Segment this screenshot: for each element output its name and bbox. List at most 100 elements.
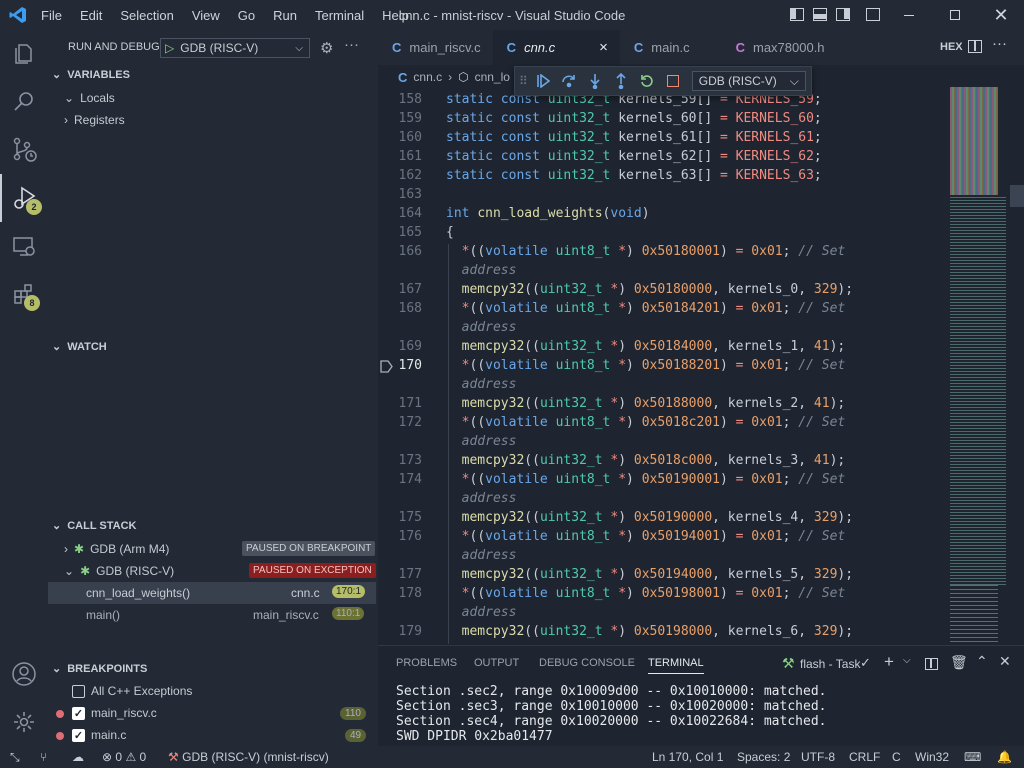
line-number[interactable]: 161 — [378, 149, 422, 164]
code-line[interactable]: *((volatile uint8_t *) 0x50180001) = 0x0… — [446, 244, 846, 259]
problems-status[interactable]: ⊗ 0 ⚠ 0 — [102, 750, 146, 764]
variables-section-header[interactable]: ⌄ VARIABLES — [52, 68, 130, 82]
maximize-button[interactable] — [932, 0, 978, 30]
code-line[interactable]: static const uint32_t kernels_61[] = KER… — [446, 130, 822, 145]
menu-terminal[interactable]: Terminal — [306, 8, 373, 23]
extensions-icon[interactable]: 8 — [0, 270, 48, 318]
step-into-icon[interactable] — [584, 70, 606, 92]
line-number[interactable]: 178 — [378, 586, 422, 601]
line-number[interactable]: 176 — [378, 529, 422, 544]
code-line[interactable]: address — [446, 377, 517, 392]
toggle-panel-icon[interactable] — [813, 8, 827, 21]
code-line[interactable]: address — [446, 263, 517, 278]
line-number[interactable]: 166 — [378, 244, 422, 259]
debug-config-select[interactable]: ▷ GDB (RISC-V) ⌵ — [160, 38, 310, 58]
checkbox[interactable]: ✓ — [72, 706, 85, 720]
line-number[interactable]: 174 — [378, 472, 422, 487]
watch-section-header[interactable]: ⌄ WATCH — [52, 340, 107, 354]
scrollbar-thumb[interactable] — [1010, 185, 1024, 207]
line-number[interactable]: 164 — [378, 206, 422, 221]
toggle-secondary-sidebar-icon[interactable] — [836, 8, 850, 21]
code-line[interactable]: *((volatile uint8_t *) 0x50194001) = 0x0… — [446, 529, 846, 544]
line-number[interactable]: 162 — [378, 168, 422, 183]
continue-icon[interactable] — [532, 70, 554, 92]
scrollbar[interactable] — [1010, 85, 1024, 645]
minimize-button[interactable] — [886, 0, 932, 30]
tab-terminal[interactable]: TERMINAL — [648, 657, 704, 674]
accounts-icon[interactable] — [0, 650, 48, 698]
drag-handle-icon[interactable]: ⠿ — [519, 74, 528, 88]
code-line[interactable]: { — [446, 225, 454, 240]
cursor-position[interactable]: Ln 170, Col 1 — [652, 750, 723, 764]
code-line[interactable]: memcpy32((uint32_t *) 0x50198000, kernel… — [446, 624, 853, 639]
debug-status[interactable]: ⚒ GDB (RISC-V) (mnist-riscv) — [168, 750, 329, 764]
menu-selection[interactable]: Selection — [111, 8, 182, 23]
search-icon[interactable] — [0, 78, 48, 126]
trash-icon[interactable]: 🗑 — [950, 654, 968, 671]
line-number[interactable]: 172 — [378, 415, 422, 430]
remote-explorer-icon[interactable] — [0, 222, 48, 270]
breadcrumb-symbol[interactable]: cnn_lo — [475, 70, 510, 84]
breakpoints-section-header[interactable]: ⌄ BREAKPOINTS — [52, 662, 147, 676]
tab-output[interactable]: OUTPUT — [474, 657, 519, 669]
run-debug-icon[interactable]: 2 — [0, 174, 48, 222]
language-mode[interactable]: C — [892, 750, 901, 764]
tab-max78000[interactable]: Cmax78000.h — [722, 30, 837, 65]
start-debug-icon[interactable]: ▷ — [165, 41, 174, 55]
source-control-icon[interactable] — [0, 126, 48, 174]
code-editor[interactable]: 158 static const uint32_t kernels_59[] = … — [378, 89, 946, 645]
menu-go[interactable]: Go — [229, 8, 264, 23]
checkbox[interactable] — [72, 684, 85, 698]
split-terminal-icon[interactable] — [925, 658, 938, 670]
close-tab-icon[interactable]: × — [599, 39, 608, 56]
code-line[interactable]: static const uint32_t kernels_60[] = KER… — [446, 111, 822, 126]
debug-settings-gear-icon[interactable]: ⚙ — [320, 39, 333, 57]
line-number[interactable]: 175 — [378, 510, 422, 525]
breadcrumb-file[interactable]: cnn.c — [413, 70, 442, 84]
code-line[interactable]: memcpy32((uint32_t *) 0x50180000, kernel… — [446, 282, 853, 297]
remote-indicator-icon[interactable]: ⤡ — [10, 750, 20, 765]
callstack-section-header[interactable]: ⌄ CALL STACK — [52, 519, 136, 533]
code-line[interactable]: address — [446, 434, 517, 449]
tab-main[interactable]: Cmain.c — [620, 30, 702, 65]
line-number[interactable]: 159 — [378, 111, 422, 126]
code-line[interactable]: memcpy32((uint32_t *) 0x5018c000, kernel… — [446, 453, 846, 468]
platform[interactable]: Win32 — [915, 750, 949, 764]
menu-edit[interactable]: Edit — [71, 8, 111, 23]
chevron-down-icon[interactable]: ⌵ — [903, 655, 911, 666]
line-number[interactable]: 165 — [378, 225, 422, 240]
explorer-icon[interactable] — [0, 30, 48, 78]
line-number[interactable]: 160 — [378, 130, 422, 145]
code-line[interactable]: *((volatile uint8_t *) 0x50190001) = 0x0… — [446, 472, 846, 487]
minimap[interactable] — [946, 85, 1010, 645]
more-actions-icon[interactable]: ··· — [344, 36, 359, 53]
line-number[interactable]: 168 — [378, 301, 422, 316]
breakpoint-item[interactable]: ✓ main_riscv.c — [72, 706, 157, 720]
code-line[interactable]: address — [446, 320, 517, 335]
tab-problems[interactable]: PROBLEMS — [396, 657, 457, 669]
code-line[interactable]: *((volatile uint8_t *) 0x50188201) = 0x0… — [446, 358, 846, 373]
code-line[interactable]: memcpy32((uint32_t *) 0x50190000, kernel… — [446, 510, 853, 525]
line-number[interactable]: 173 — [378, 453, 422, 468]
code-line[interactable]: memcpy32((uint32_t *) 0x50194000, kernel… — [446, 567, 853, 582]
terminal-task-label[interactable]: flash - Task — [800, 657, 860, 671]
line-number[interactable]: 169 — [378, 339, 422, 354]
callstack-frame-selected[interactable]: cnn_load_weights() cnn.c 170:1 — [48, 582, 376, 604]
line-number[interactable]: 177 — [378, 567, 422, 582]
customize-layout-icon[interactable] — [866, 8, 880, 21]
code-line[interactable]: memcpy32((uint32_t *) 0x50184000, kernel… — [446, 339, 846, 354]
restart-icon[interactable] — [636, 70, 658, 92]
line-number[interactable]: 179 — [378, 624, 422, 639]
menu-run[interactable]: Run — [264, 8, 306, 23]
line-number[interactable]: 167 — [378, 282, 422, 297]
code-line[interactable]: static const uint32_t kernels_63[] = KER… — [446, 168, 822, 183]
step-out-icon[interactable] — [610, 70, 632, 92]
sync-icon[interactable]: ☁ — [72, 750, 84, 764]
code-line[interactable]: static const uint32_t kernels_62[] = KER… — [446, 149, 822, 164]
debug-session-select[interactable]: GDB (RISC-V) ⌵ — [691, 71, 806, 91]
variables-locals[interactable]: ⌄ Locals — [64, 91, 115, 105]
close-panel-icon[interactable]: ✕ — [999, 653, 1011, 670]
new-terminal-icon[interactable]: + — [884, 652, 894, 672]
tab-main-riscv[interactable]: Cmain_riscv.c — [378, 30, 493, 65]
code-line[interactable]: int cnn_load_weights(void) — [446, 206, 650, 221]
